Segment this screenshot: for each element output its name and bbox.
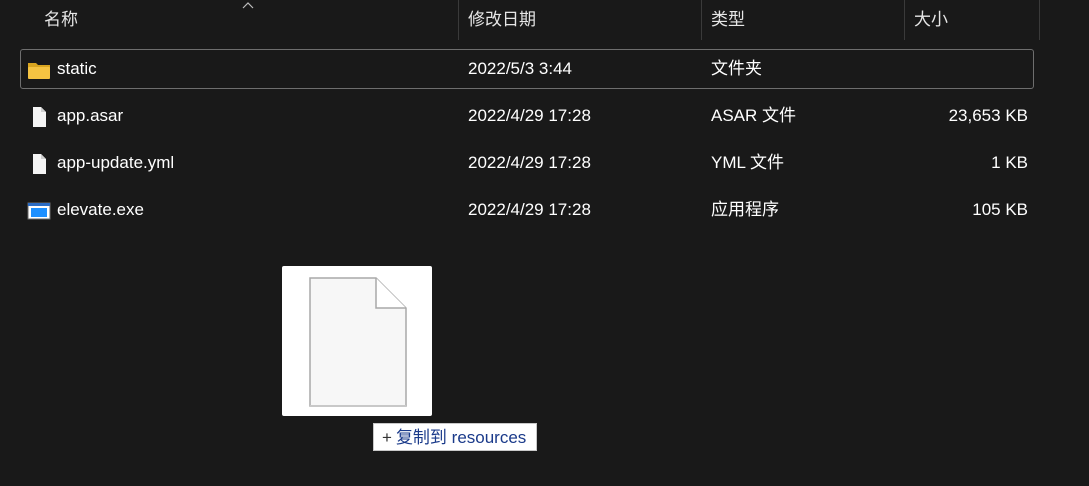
column-divider[interactable] [701,0,702,40]
column-header-date[interactable]: 修改日期 [460,0,700,40]
drag-preview [282,266,432,416]
file-row-elevate-exe[interactable]: elevate.exe 2022/4/29 17:28 应用程序 105 KB [20,190,1034,230]
exe-icon [27,202,51,220]
file-name: static [57,59,97,78]
file-row-app-asar[interactable]: app.asar 2022/4/29 17:28 ASAR 文件 23,653 … [20,96,1034,136]
file-type: ASAR 文件 [711,106,797,125]
file-date: 2022/4/29 17:28 [468,200,591,219]
file-explorer-view: 名称 修改日期 类型 大小 static 2022/5/3 3:44 文件夹 a… [0,0,1089,486]
file-icon [33,154,46,174]
column-header-type[interactable]: 类型 [703,0,903,40]
column-header-name[interactable]: 名称 [36,0,456,40]
file-size: 105 KB [972,200,1028,219]
column-header-bar: 名称 修改日期 类型 大小 [0,0,1089,40]
column-divider[interactable] [904,0,905,40]
file-name: app-update.yml [57,153,175,172]
drag-copy-tooltip: + 复制到 resources [373,423,538,451]
file-date: 2022/4/29 17:28 [468,153,591,172]
column-divider[interactable] [458,0,459,40]
file-row-static[interactable]: static 2022/5/3 3:44 文件夹 [20,49,1034,89]
document-icon [309,277,407,407]
column-divider[interactable] [1039,0,1040,40]
file-name: elevate.exe [57,200,144,219]
drag-copy-text: 复制到 resources [395,428,527,447]
file-size: 23,653 KB [948,106,1028,125]
file-size: 1 KB [991,153,1028,172]
folder-icon [28,63,50,79]
file-type: 应用程序 [711,200,779,219]
file-date: 2022/5/3 3:44 [468,59,572,78]
plus-icon: + [382,428,392,447]
file-icon [33,107,46,127]
file-type: 文件夹 [711,59,762,78]
file-name: app.asar [57,106,124,125]
file-type: YML 文件 [711,153,785,172]
column-header-size[interactable]: 大小 [906,0,1036,40]
file-row-app-update-yml[interactable]: app-update.yml 2022/4/29 17:28 YML 文件 1 … [20,143,1034,183]
file-date: 2022/4/29 17:28 [468,106,591,125]
